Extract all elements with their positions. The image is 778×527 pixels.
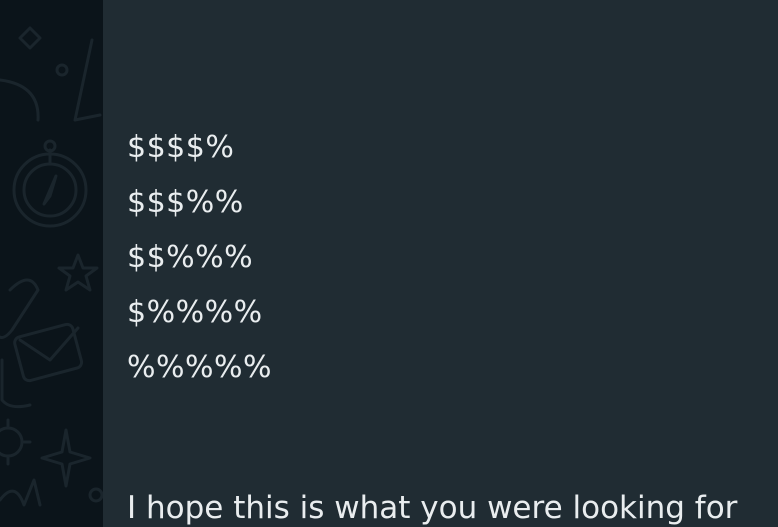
- chat-wallpaper: [0, 0, 103, 527]
- sparkle-doodle: [18, 26, 42, 50]
- message-bubble: $$$$% $$$%% $$%%% $%%%% %%%%% I hope thi…: [103, 0, 778, 527]
- message-closing-text: I hope this is what you were looking for: [127, 490, 738, 526]
- wallpaper-doodles: [0, 26, 103, 507]
- pattern-line: $%%%%: [127, 295, 263, 330]
- envelope-doodle: [13, 322, 84, 383]
- star-doodle: [57, 253, 99, 292]
- pattern-line: $$$%%: [127, 185, 244, 220]
- gear-doodle: [0, 426, 24, 458]
- pattern-line: $$$$%: [127, 130, 235, 165]
- pattern-line: %%%%%: [127, 350, 273, 385]
- pattern-block: $$$$% $$$%% $$%%% $%%%% %%%%%: [127, 120, 272, 395]
- pattern-line: $$%%%: [127, 240, 254, 275]
- paperclip-doodle: [0, 278, 40, 339]
